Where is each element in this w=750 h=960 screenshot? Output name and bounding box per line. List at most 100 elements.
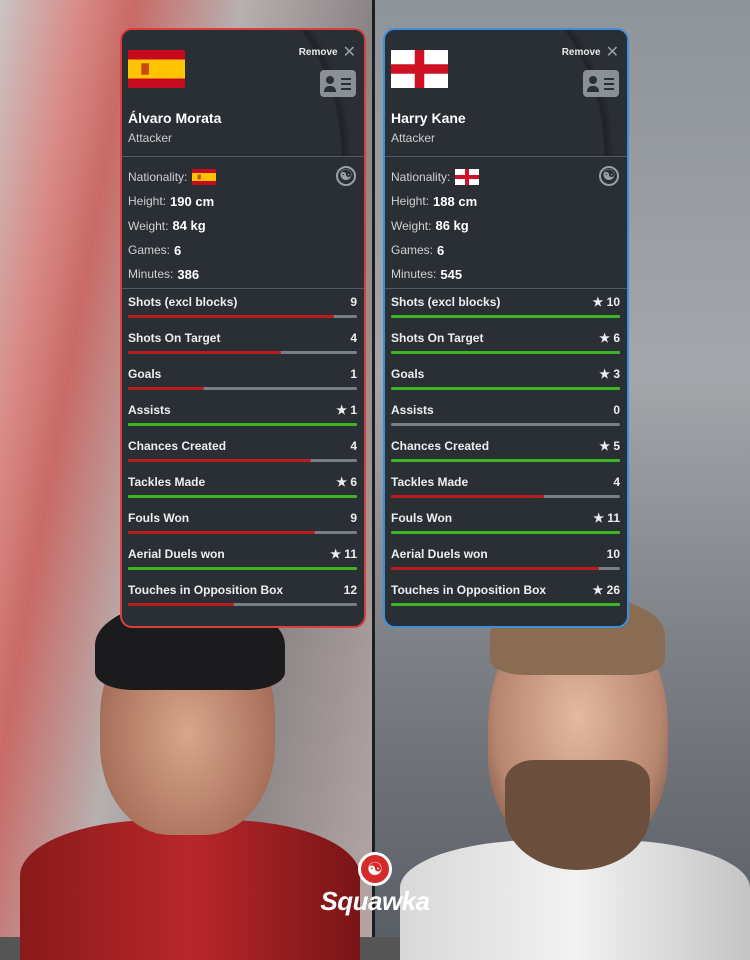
- minutes-row: Minutes: 545: [391, 262, 621, 286]
- stat-bar-fill: [128, 603, 234, 606]
- stat-bar-fill: [391, 315, 620, 318]
- stat-bar-fill: [128, 459, 312, 462]
- stat-bar-fill: [391, 351, 620, 354]
- stat-value: 4: [613, 475, 620, 489]
- stat-label: Tackles Made: [391, 475, 469, 489]
- height-row: Height: 190 cm: [128, 189, 358, 213]
- stat-bar-fill: [128, 315, 335, 318]
- stat-value: 4: [350, 331, 357, 345]
- stat-label: Shots On Target: [128, 331, 221, 345]
- stat-bar-fill: [128, 387, 205, 390]
- weight-value: 84 kg: [172, 218, 206, 234]
- spain-flag-icon: [128, 50, 185, 88]
- stat-bar-fill: [391, 567, 600, 570]
- minutes-value: 545: [440, 266, 463, 282]
- stat-bar-track: [391, 495, 620, 498]
- stat-label: Chances Created: [128, 439, 227, 453]
- squawka-icon: ☯: [599, 166, 619, 186]
- minutes-row: Minutes: 386: [128, 262, 358, 286]
- stat-row: Tackles Made 4: [385, 469, 627, 505]
- stat-row: Goals 1: [122, 361, 364, 397]
- player-role: Attacker: [391, 131, 436, 145]
- player-card-morata: Remove ✕ Álvaro Morata Attacker ☯ Nationa…: [120, 28, 366, 628]
- stat-row: Chances Created ★ 5: [385, 433, 627, 469]
- stat-value: 4: [350, 439, 357, 453]
- stat-bar-fill: [128, 495, 357, 498]
- close-icon: ✕: [605, 44, 619, 61]
- stat-row: Aerial Duels won 10: [385, 541, 627, 577]
- stat-value: 9: [350, 511, 357, 525]
- stat-bar-fill: [128, 531, 316, 534]
- stat-bar-fill: [391, 459, 620, 462]
- stat-label: Assists: [128, 403, 171, 417]
- minutes-label: Minutes:: [128, 267, 174, 282]
- card-header: Remove ✕ Álvaro Morata Attacker: [122, 30, 364, 157]
- stat-label: Touches in Opposition Box: [391, 583, 547, 597]
- close-icon: ✕: [342, 44, 356, 61]
- nationality-row: Nationality:: [391, 165, 621, 189]
- stat-label: Goals: [128, 367, 162, 381]
- stat-bar-track: [128, 351, 357, 354]
- nationality-row: Nationality:: [128, 165, 358, 189]
- stat-bar-track: [128, 531, 357, 534]
- stat-bar-track: [391, 567, 620, 570]
- brand-name: Squawka: [320, 886, 430, 916]
- stat-row: Assists 0: [385, 397, 627, 433]
- weight-label: Weight:: [391, 218, 432, 233]
- stat-bar-track: [128, 603, 357, 606]
- stat-bar-track: [128, 315, 357, 318]
- england-flag-icon: [391, 50, 448, 88]
- player-info: ☯ Nationality: Height: 190 cm Weight: 84 kg G…: [122, 157, 364, 289]
- stat-bar-fill: [391, 531, 620, 534]
- stat-row: Tackles Made ★ 6: [122, 469, 364, 505]
- stat-bar-track: [391, 315, 620, 318]
- stat-label: Aerial Duels won: [391, 547, 488, 561]
- stat-bar-track: [391, 351, 620, 354]
- squawka-icon: ☯: [336, 166, 356, 186]
- height-value: 188 cm: [433, 193, 478, 209]
- stat-row: Chances Created 4: [122, 433, 364, 469]
- stat-bar-track: [128, 423, 357, 426]
- stat-bar-fill: [128, 567, 357, 570]
- stat-row: Fouls Won 9: [122, 505, 364, 541]
- player-card-kane: Remove ✕ Harry Kane Attacker ☯ Nationalit…: [383, 28, 629, 628]
- stat-bar-track: [391, 423, 620, 426]
- stat-bar-track: [391, 531, 620, 534]
- stat-row: Fouls Won ★ 11: [385, 505, 627, 541]
- stat-bar-fill: [391, 603, 620, 606]
- player-role: Attacker: [128, 131, 173, 145]
- stat-label: Aerial Duels won: [128, 547, 225, 561]
- remove-label: Remove: [298, 46, 338, 58]
- remove-label: Remove: [561, 46, 601, 58]
- stat-bar-track: [391, 459, 620, 462]
- minutes-label: Minutes:: [391, 267, 437, 282]
- stat-bar-track: [128, 567, 357, 570]
- player-photo-kane-beard: [505, 760, 650, 870]
- stat-label: Touches in Opposition Box: [128, 583, 284, 597]
- stat-row: Shots (excl blocks) 9: [122, 289, 364, 325]
- games-row: Games: 6: [391, 238, 621, 262]
- id-card-icon[interactable]: [583, 70, 619, 97]
- stat-row: Touches in Opposition Box 12: [122, 577, 364, 613]
- player-info: ☯ Nationality: Height: 188 cm Weight: 86 kg G…: [385, 157, 627, 289]
- stat-value: ★ 11: [593, 511, 620, 525]
- stat-label: Shots On Target: [391, 331, 484, 345]
- stat-value: 9: [350, 295, 357, 309]
- stat-value: ★ 1: [336, 403, 357, 417]
- stat-label: Goals: [391, 367, 425, 381]
- stat-label: Tackles Made: [128, 475, 206, 489]
- games-row: Games: 6: [128, 238, 358, 262]
- squawka-logo: ☯ Squawka: [320, 852, 430, 917]
- stat-value: ★ 10: [592, 295, 620, 309]
- weight-row: Weight: 84 kg: [128, 214, 358, 238]
- squawka-logo-icon: ☯: [358, 852, 392, 886]
- games-label: Games:: [128, 243, 171, 258]
- stat-label: Chances Created: [391, 439, 490, 453]
- nationality-label: Nationality:: [128, 170, 188, 185]
- stat-bar-track: [128, 387, 357, 390]
- games-value: 6: [174, 242, 182, 258]
- remove-button[interactable]: Remove ✕: [562, 42, 619, 62]
- stat-value: ★ 5: [599, 439, 620, 453]
- remove-button[interactable]: Remove ✕: [299, 42, 356, 62]
- id-card-icon[interactable]: [320, 70, 356, 97]
